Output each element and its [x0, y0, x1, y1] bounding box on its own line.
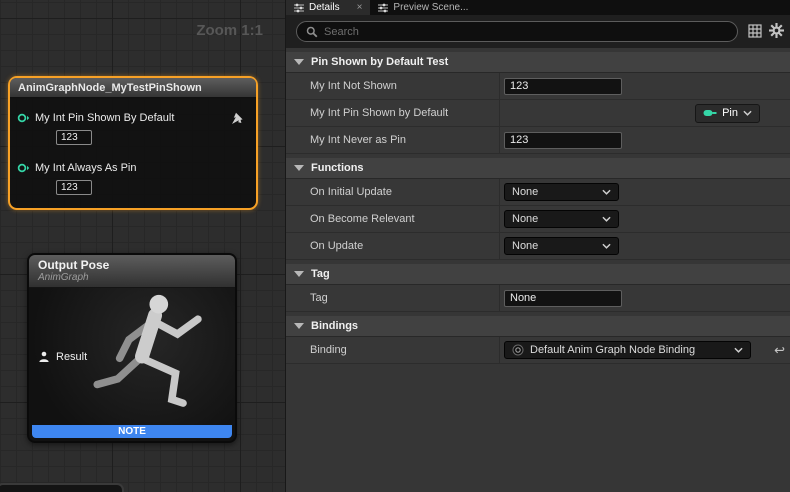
int-pin-icon[interactable] — [17, 112, 30, 124]
reset-to-default-icon[interactable]: ↩ — [774, 344, 785, 357]
section-header-tag[interactable]: Tag — [286, 264, 790, 285]
binding-dropdown[interactable]: Default Anim Graph Node Binding — [504, 341, 751, 359]
search-bar[interactable] — [296, 21, 738, 42]
settings-gear-icon[interactable] — [769, 23, 784, 38]
search-row — [286, 15, 790, 48]
pin-default-value-input[interactable] — [56, 130, 92, 145]
chevron-down-icon — [294, 165, 304, 171]
section-title: Tag — [311, 268, 330, 280]
pin-label: My Int Pin Shown By Default — [35, 112, 174, 124]
section-title: Bindings — [311, 320, 358, 332]
pin-label: My Int Always As Pin — [35, 162, 136, 174]
tab-preview-scene[interactable]: Preview Scene... — [370, 0, 476, 15]
property-label: My Int Never as Pin — [286, 127, 500, 153]
binding-icon — [512, 344, 524, 356]
property-row: On Update None — [286, 233, 790, 260]
section-header-pin-shown-by-default-test[interactable]: Pin Shown by Default Test — [286, 52, 790, 73]
details-panel: Details × Preview Scene... — [285, 0, 790, 492]
tab-label: Details — [309, 2, 340, 13]
pin-icon — [703, 109, 717, 117]
dropdown-value: None — [512, 213, 538, 225]
node-subtitle: AnimGraph — [38, 272, 235, 283]
property-row: On Become Relevant None — [286, 206, 790, 233]
section-title: Functions — [311, 162, 364, 174]
chevron-down-icon — [743, 110, 752, 116]
search-input[interactable] — [324, 26, 728, 38]
property-row: On Initial Update None — [286, 179, 790, 206]
close-tab-icon[interactable]: × — [357, 2, 363, 13]
pin-label: Result — [56, 351, 87, 363]
chevron-down-icon — [294, 323, 304, 329]
section-header-functions[interactable]: Functions — [286, 158, 790, 179]
int-pin-icon[interactable] — [17, 162, 30, 174]
pin-row: My Int Pin Shown By Default — [17, 112, 174, 124]
property-label: My Int Pin Shown by Default — [286, 100, 500, 126]
pin-row: My Int Always As Pin — [17, 162, 136, 174]
my-int-never-as-pin-input[interactable] — [504, 132, 622, 149]
tab-label: Preview Scene... — [393, 2, 468, 13]
node-header[interactable]: Output Pose AnimGraph — [29, 255, 235, 288]
section-title: Pin Shown by Default Test — [311, 56, 448, 68]
pin-button-label: Pin — [722, 107, 738, 119]
on-become-relevant-dropdown[interactable]: None — [504, 210, 619, 228]
tab-bar: Details × Preview Scene... — [286, 0, 790, 15]
property-row: My Int Not Shown — [286, 73, 790, 100]
chevron-down-icon — [734, 347, 743, 353]
chevron-down-icon — [294, 59, 304, 65]
property-label: Binding — [286, 337, 500, 363]
tag-input[interactable] — [504, 290, 622, 307]
note-badge[interactable]: NOTE — [32, 425, 232, 438]
dropdown-value: None — [512, 186, 538, 198]
property-matrix-icon[interactable] — [748, 24, 762, 38]
my-int-not-shown-input[interactable] — [504, 78, 622, 95]
node-animgraphnode-mytestpinshown[interactable]: AnimGraphNode_MyTestPinShown My Int Pin … — [8, 76, 258, 210]
on-initial-update-dropdown[interactable]: None — [504, 183, 619, 201]
property-label: On Update — [286, 233, 500, 259]
pin-always-value-input[interactable] — [56, 180, 92, 195]
zoom-level: Zoom 1:1 — [196, 22, 263, 39]
tab-details[interactable]: Details × — [286, 0, 370, 15]
mannequin-preview — [81, 293, 231, 433]
pin-to-graph-icon[interactable] — [231, 112, 244, 125]
chevron-down-icon — [602, 189, 611, 195]
preview-scene-tab-icon — [378, 3, 388, 13]
property-label: My Int Not Shown — [286, 73, 500, 99]
section-header-bindings[interactable]: Bindings — [286, 316, 790, 337]
result-pin-row: Result — [38, 351, 87, 363]
animgraph-canvas[interactable]: Zoom 1:1 AnimGraphNode_MyTestPinShown My… — [0, 0, 285, 492]
property-row: Tag — [286, 285, 790, 312]
node-title: Output Pose — [38, 258, 235, 272]
node-output-pose[interactable]: Output Pose AnimGraph — [27, 253, 237, 443]
pose-pin-icon[interactable] — [38, 351, 50, 363]
dropdown-value: Default Anim Graph Node Binding — [530, 344, 695, 356]
partial-node[interactable] — [0, 483, 124, 492]
property-label: Tag — [286, 285, 500, 311]
pin-button[interactable]: Pin — [695, 104, 760, 123]
unreal-editor-window: Zoom 1:1 AnimGraphNode_MyTestPinShown My… — [0, 0, 790, 492]
property-row: My Int Pin Shown by Default Pin — [286, 100, 790, 127]
on-update-dropdown[interactable]: None — [504, 237, 619, 255]
search-icon — [306, 26, 318, 38]
chevron-down-icon — [602, 243, 611, 249]
node-title[interactable]: AnimGraphNode_MyTestPinShown — [10, 78, 256, 98]
details-tab-icon — [294, 3, 304, 13]
property-label: On Initial Update — [286, 179, 500, 205]
chevron-down-icon — [294, 271, 304, 277]
property-label: On Become Relevant — [286, 206, 500, 232]
dropdown-value: None — [512, 240, 538, 252]
property-row: My Int Never as Pin — [286, 127, 790, 154]
chevron-down-icon — [602, 216, 611, 222]
property-row: Binding Default Anim Graph Node Binding … — [286, 337, 790, 364]
